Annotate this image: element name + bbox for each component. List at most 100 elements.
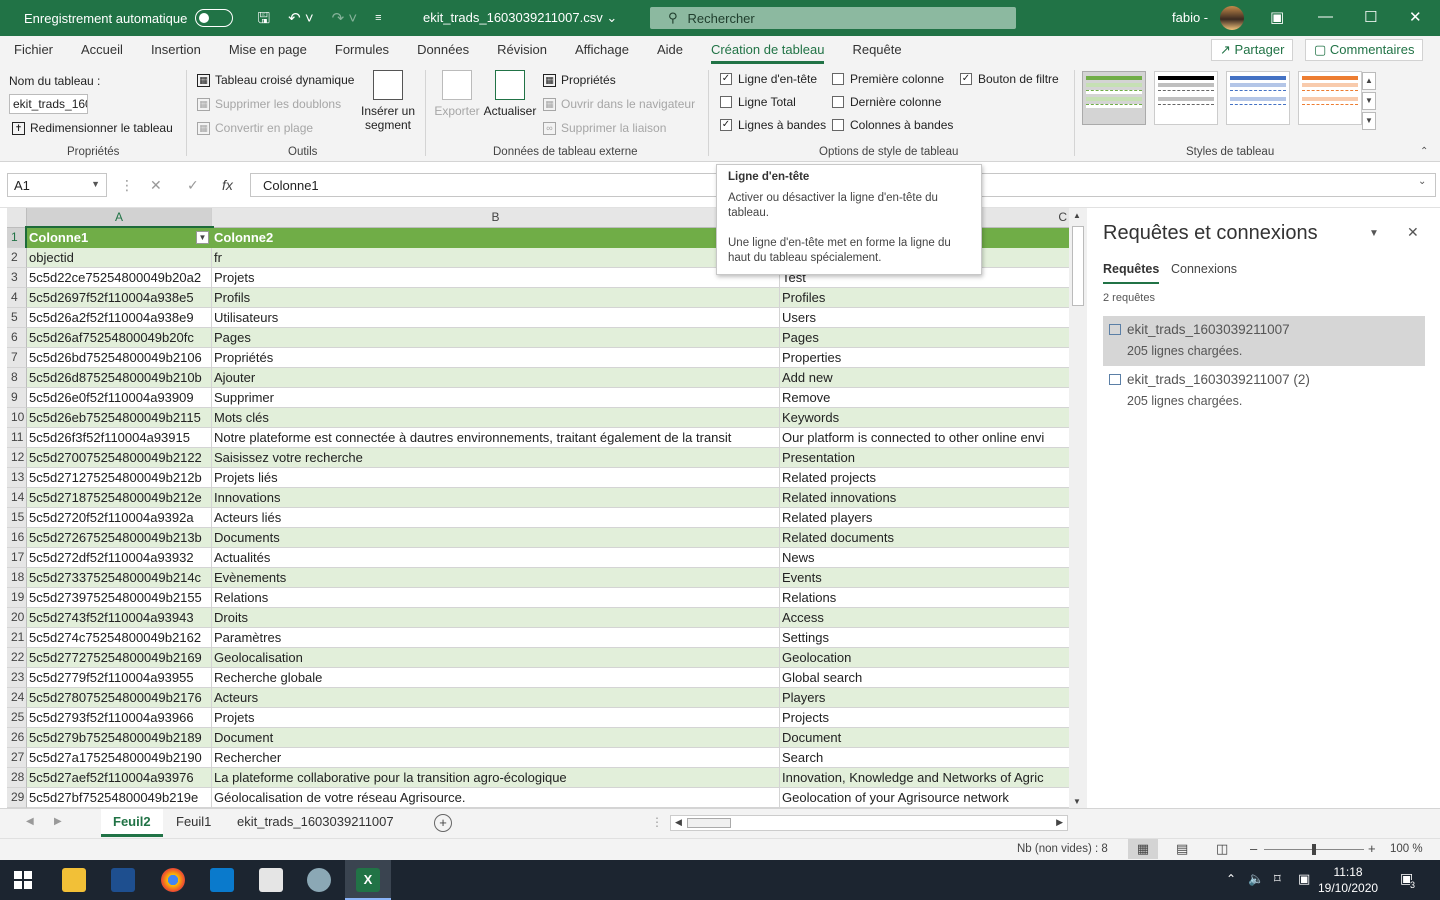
table-cell[interactable]: News bbox=[780, 548, 1069, 568]
table-cell[interactable]: Propriétés bbox=[212, 348, 780, 368]
properties-button[interactable]: ▦ Propriétés bbox=[543, 73, 616, 87]
first-column-checkbox[interactable]: Première colonne bbox=[832, 72, 944, 86]
table-cell[interactable]: Remove bbox=[780, 388, 1069, 408]
table-cell[interactable]: Acteurs bbox=[212, 688, 780, 708]
cancel-icon[interactable]: ✕ bbox=[150, 177, 162, 194]
table-cell[interactable]: fr bbox=[212, 248, 780, 268]
header-row-checkbox[interactable]: ✓ Ligne d'en-tête bbox=[720, 72, 817, 86]
avatar[interactable] bbox=[1220, 6, 1244, 30]
row-header[interactable]: 23 bbox=[7, 668, 27, 688]
expand-formula-icon[interactable]: ⌄ bbox=[1418, 176, 1426, 187]
fx-icon[interactable]: fx bbox=[222, 177, 233, 193]
table-style-blue[interactable] bbox=[1226, 71, 1290, 125]
resize-table-button[interactable]: ✝ Redimensionner le tableau bbox=[12, 121, 173, 135]
table-cell[interactable]: Projets bbox=[212, 268, 780, 288]
table-cell[interactable]: objectid bbox=[27, 248, 212, 268]
table-cell[interactable]: Related innovations bbox=[780, 488, 1069, 508]
table-cell[interactable]: Add new bbox=[780, 368, 1069, 388]
row-header[interactable]: 27 bbox=[7, 748, 27, 768]
table-cell[interactable]: Géolocalisation de votre réseau Agrisour… bbox=[212, 788, 780, 808]
table-cell[interactable]: Saisissez votre recherche bbox=[212, 448, 780, 468]
row-header[interactable]: 16 bbox=[7, 528, 27, 548]
tab-requete[interactable]: Requête bbox=[852, 36, 901, 64]
last-column-checkbox[interactable]: Dernière colonne bbox=[832, 95, 941, 109]
windows-start-icon[interactable] bbox=[14, 871, 32, 889]
row-header[interactable]: 9 bbox=[7, 388, 27, 408]
table-cell[interactable]: Relations bbox=[780, 588, 1069, 608]
table-cell[interactable]: Geolocalisation bbox=[212, 648, 780, 668]
table-cell[interactable]: 5c5d273375254800049b214c bbox=[27, 568, 212, 588]
row-header[interactable]: 29 bbox=[7, 788, 27, 808]
row-header[interactable]: 5 bbox=[7, 308, 27, 328]
chrome-icon[interactable] bbox=[161, 868, 185, 892]
table-cell[interactable]: 5c5d274c75254800049b2162 bbox=[27, 628, 212, 648]
table-cell[interactable]: Notre plateforme est connectée à dautres… bbox=[212, 428, 780, 448]
table-cell[interactable]: Droits bbox=[212, 608, 780, 628]
sheet-tab-feuil1[interactable]: Feuil1 bbox=[164, 809, 223, 837]
tab-formules[interactable]: Formules bbox=[335, 36, 389, 64]
table-cell[interactable]: Evènements bbox=[212, 568, 780, 588]
table-cell[interactable]: Rechercher bbox=[212, 748, 780, 768]
tab-donnees[interactable]: Données bbox=[417, 36, 469, 64]
redo-icon[interactable]: ↷ ˅ bbox=[332, 11, 358, 26]
table-cell[interactable]: Players bbox=[780, 688, 1069, 708]
select-all-corner[interactable] bbox=[7, 208, 27, 228]
zoom-in-icon[interactable]: + bbox=[1368, 841, 1376, 856]
table-cell[interactable]: 5c5d2697f52f110004a938e5 bbox=[27, 288, 212, 308]
scroll-down-icon[interactable]: ▼ bbox=[1073, 797, 1081, 806]
table-cell[interactable]: 5c5d272675254800049b213b bbox=[27, 528, 212, 548]
tab-revision[interactable]: Révision bbox=[497, 36, 547, 64]
table-cell[interactable]: 5c5d271875254800049b212e bbox=[27, 488, 212, 508]
search-box[interactable]: ⚲ Rechercher bbox=[650, 7, 1016, 29]
table-cell[interactable]: 5c5d27aef52f110004a93976 bbox=[27, 768, 212, 788]
table-cell[interactable]: 5c5d2743f52f110004a93943 bbox=[27, 608, 212, 628]
column-header-a[interactable]: A bbox=[27, 208, 212, 228]
spreadsheet-grid[interactable]: A B C 1Colonne1▼Colonne2▼2objectidfr35c5… bbox=[7, 208, 1069, 808]
row-header[interactable]: 3 bbox=[7, 268, 27, 288]
close-icon[interactable]: ✕ bbox=[1409, 8, 1422, 26]
table-cell[interactable]: Utilisateurs bbox=[212, 308, 780, 328]
table-cell[interactable]: Events bbox=[780, 568, 1069, 588]
share-button[interactable]: ↗ Partager bbox=[1211, 39, 1294, 61]
total-row-checkbox[interactable]: Ligne Total bbox=[720, 95, 796, 109]
gallery-down-icon[interactable]: ▼ bbox=[1362, 92, 1376, 110]
row-header[interactable]: 11 bbox=[7, 428, 27, 448]
tab-creation-tableau[interactable]: Création de tableau bbox=[710, 36, 825, 64]
row-header[interactable]: 7 bbox=[7, 348, 27, 368]
table-cell[interactable]: Documents bbox=[212, 528, 780, 548]
table-cell[interactable]: Actualités bbox=[212, 548, 780, 568]
row-header[interactable]: 12 bbox=[7, 448, 27, 468]
name-box[interactable]: A1 ▼ bbox=[7, 173, 107, 197]
table-cell[interactable]: 5c5d26f3f52f110004a93915 bbox=[27, 428, 212, 448]
sheet-tab-ekit[interactable]: ekit_trads_1603039211007 bbox=[225, 809, 406, 837]
table-cell[interactable]: Our platform is connected to other onlin… bbox=[780, 428, 1069, 448]
gallery-up-icon[interactable]: ▲ bbox=[1362, 72, 1376, 90]
table-cell[interactable]: Paramètres bbox=[212, 628, 780, 648]
add-sheet-icon[interactable]: + bbox=[434, 814, 452, 832]
pane-tab-requetes[interactable]: Requêtes bbox=[1103, 262, 1160, 284]
ribbon-display-icon[interactable]: ▣ bbox=[1270, 8, 1284, 26]
scroll-left-icon[interactable]: ◀ bbox=[675, 817, 682, 828]
pivot-table-button[interactable]: ▦ Tableau croisé dynamique bbox=[197, 73, 354, 87]
row-header[interactable]: 13 bbox=[7, 468, 27, 488]
table-cell[interactable]: Geolocation bbox=[780, 648, 1069, 668]
row-header[interactable]: 21 bbox=[7, 628, 27, 648]
collapse-ribbon-icon[interactable]: ⌃ bbox=[1420, 146, 1428, 157]
banded-rows-checkbox[interactable]: ✓ Lignes à bandes bbox=[720, 118, 826, 132]
row-header[interactable]: 4 bbox=[7, 288, 27, 308]
row-header[interactable]: 15 bbox=[7, 508, 27, 528]
table-cell[interactable]: 5c5d278075254800049b2176 bbox=[27, 688, 212, 708]
page-layout-icon[interactable]: ▤ bbox=[1176, 841, 1188, 857]
table-cell[interactable]: Innovations bbox=[212, 488, 780, 508]
table-cell[interactable]: Geolocation of your Agrisource network bbox=[780, 788, 1069, 808]
row-header[interactable]: 22 bbox=[7, 648, 27, 668]
zoom-slider[interactable] bbox=[1264, 844, 1364, 855]
app-icon[interactable] bbox=[259, 868, 283, 892]
tab-mise-en-page[interactable]: Mise en page bbox=[229, 36, 307, 64]
table-cell[interactable]: 5c5d273975254800049b2155 bbox=[27, 588, 212, 608]
undo-icon[interactable]: ↶ ˅ bbox=[288, 11, 314, 26]
sheet-tab-feuil2[interactable]: Feuil2 bbox=[101, 809, 163, 837]
table-cell[interactable]: 5c5d26af75254800049b20fc bbox=[27, 328, 212, 348]
row-header[interactable]: 19 bbox=[7, 588, 27, 608]
table-header-cell[interactable]: Colonne2▼ bbox=[212, 228, 780, 248]
